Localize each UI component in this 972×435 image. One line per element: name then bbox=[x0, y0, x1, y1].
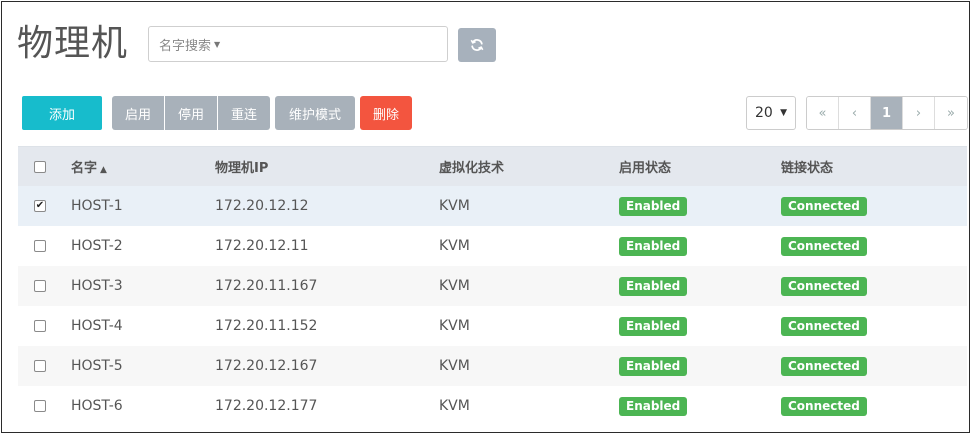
page-size-select[interactable]: 20 ▼ bbox=[746, 96, 796, 130]
host-virtualization: KVM bbox=[439, 318, 470, 334]
table-row[interactable]: HOST-6 172.20.12.177 KVM Enabled Connect… bbox=[18, 386, 967, 426]
connected-badge: Connected bbox=[781, 196, 867, 216]
maintenance-mode-button[interactable]: 维护模式 bbox=[275, 96, 355, 130]
first-page-button[interactable]: « bbox=[807, 97, 839, 129]
host-name: HOST-3 bbox=[71, 278, 123, 294]
reconnect-button[interactable]: 重连 bbox=[218, 96, 270, 130]
enable-button[interactable]: 启用 bbox=[112, 96, 164, 130]
host-ip: 172.20.11.167 bbox=[215, 278, 318, 294]
enabled-badge: Enabled bbox=[619, 316, 688, 336]
host-virtualization: KVM bbox=[439, 198, 470, 214]
dropdown-arrow-icon: ▼ bbox=[780, 108, 787, 118]
host-ip: 172.20.12.12 bbox=[215, 198, 309, 214]
host-table: 名字 ▲ 物理机IP 虚拟化技术 启用状态 链接状态 ✔ HOST-1 172.2… bbox=[18, 146, 967, 426]
table-header: 名字 ▲ 物理机IP 虚拟化技术 启用状态 链接状态 bbox=[18, 146, 967, 186]
enabled-badge: Enabled bbox=[619, 236, 688, 256]
host-ip: 172.20.12.11 bbox=[215, 238, 309, 254]
host-name: HOST-6 bbox=[71, 398, 123, 414]
page-size-value: 20 bbox=[755, 105, 773, 121]
column-header-name[interactable]: 名字 ▲ bbox=[71, 157, 215, 176]
search-placeholder: 名字搜索 bbox=[159, 38, 212, 54]
last-page-button[interactable]: » bbox=[935, 97, 967, 129]
search-input[interactable]: 名字搜索 ▼ bbox=[148, 26, 448, 62]
current-page-button[interactable]: 1 bbox=[871, 97, 903, 129]
prev-page-button[interactable]: ‹ bbox=[839, 97, 871, 129]
connected-badge: Connected bbox=[781, 316, 867, 336]
host-virtualization: KVM bbox=[439, 278, 470, 294]
sort-asc-icon: ▲ bbox=[100, 165, 107, 175]
page-title: 物理机 bbox=[17, 23, 129, 64]
pagination: « ‹ 1 › » bbox=[806, 96, 968, 130]
add-button[interactable]: 添加 bbox=[22, 96, 102, 130]
enabled-badge: Enabled bbox=[619, 196, 688, 216]
column-header-ip: 物理机IP bbox=[215, 161, 269, 176]
enabled-badge: Enabled bbox=[619, 356, 688, 376]
row-checkbox[interactable]: ✔ bbox=[34, 200, 46, 212]
connected-badge: Connected bbox=[781, 356, 867, 376]
enabled-badge: Enabled bbox=[619, 396, 688, 416]
disable-button[interactable]: 停用 bbox=[165, 96, 217, 130]
connected-badge: Connected bbox=[781, 236, 867, 256]
row-checkbox[interactable] bbox=[34, 240, 46, 252]
row-checkbox[interactable] bbox=[34, 320, 46, 332]
row-checkbox[interactable] bbox=[34, 280, 46, 292]
delete-button[interactable]: 删除 bbox=[360, 96, 412, 130]
column-header-enabled: 启用状态 bbox=[619, 161, 672, 176]
host-virtualization: KVM bbox=[439, 358, 470, 374]
row-checkbox[interactable] bbox=[34, 360, 46, 372]
next-page-button[interactable]: › bbox=[903, 97, 935, 129]
table-row[interactable]: ✔ HOST-1 172.20.12.12 KVM Enabled Connec… bbox=[18, 186, 967, 226]
host-name: HOST-4 bbox=[71, 318, 123, 334]
select-all-checkbox[interactable] bbox=[34, 160, 46, 173]
table-row[interactable]: HOST-3 172.20.11.167 KVM Enabled Connect… bbox=[18, 266, 967, 306]
row-checkbox[interactable] bbox=[34, 400, 46, 412]
main-frame: 物理机 名字搜索 ▼ 添加 启用 停用 重连 维护模式 删除 20 ▼ « ‹ … bbox=[1, 1, 970, 433]
column-header-link: 链接状态 bbox=[781, 161, 834, 176]
host-virtualization: KVM bbox=[439, 238, 470, 254]
refresh-button[interactable] bbox=[458, 28, 496, 62]
host-ip: 172.20.12.177 bbox=[215, 398, 318, 414]
refresh-icon bbox=[470, 39, 484, 51]
column-header-virtualization: 虚拟化技术 bbox=[439, 161, 505, 176]
host-ip: 172.20.12.167 bbox=[215, 358, 318, 374]
host-name: HOST-2 bbox=[71, 238, 123, 254]
table-row[interactable]: HOST-4 172.20.11.152 KVM Enabled Connect… bbox=[18, 306, 967, 346]
host-virtualization: KVM bbox=[439, 398, 470, 414]
caret-down-icon: ▼ bbox=[214, 39, 221, 49]
enabled-badge: Enabled bbox=[619, 276, 688, 296]
connected-badge: Connected bbox=[781, 276, 867, 296]
table-row[interactable]: HOST-2 172.20.12.11 KVM Enabled Connecte… bbox=[18, 226, 967, 266]
host-ip: 172.20.11.152 bbox=[215, 318, 318, 334]
connected-badge: Connected bbox=[781, 396, 867, 416]
host-name: HOST-1 bbox=[71, 198, 123, 214]
host-name: HOST-5 bbox=[71, 358, 123, 374]
table-row[interactable]: HOST-5 172.20.12.167 KVM Enabled Connect… bbox=[18, 346, 967, 386]
